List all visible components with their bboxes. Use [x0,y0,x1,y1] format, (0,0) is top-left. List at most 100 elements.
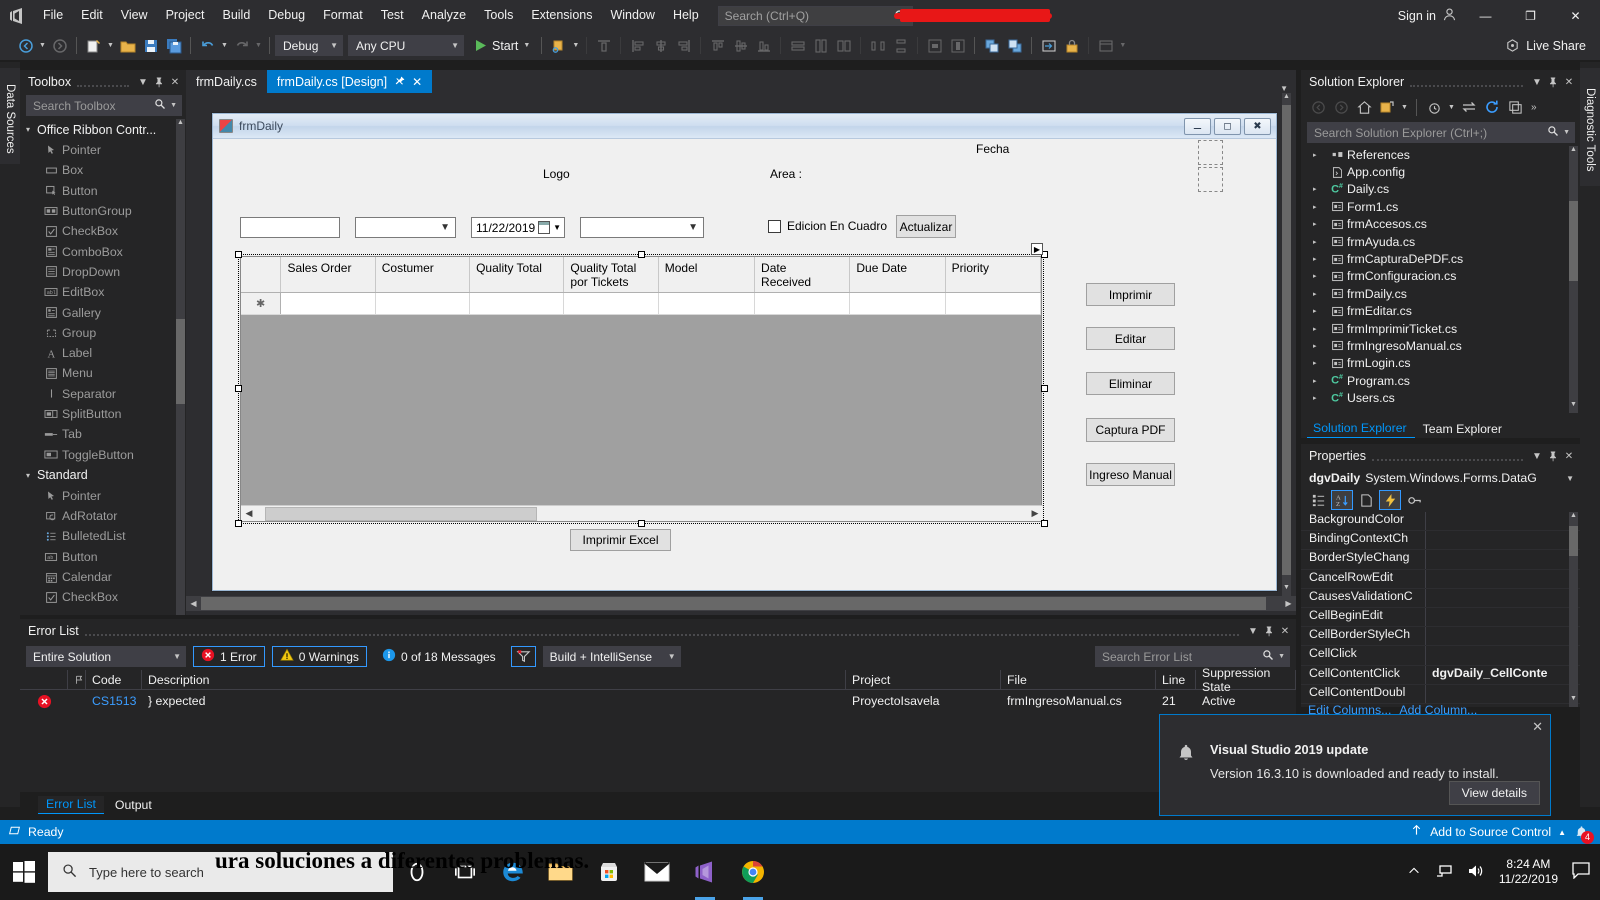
volume-icon[interactable] [1467,863,1485,882]
sln-node-users-cs[interactable]: ▸ C# Users.cs [1301,389,1580,406]
expand-triangle-icon[interactable]: ▸ [1313,151,1327,159]
alphabetical-view-icon[interactable]: AZ [1331,490,1353,510]
align-tops-icon[interactable] [706,34,729,57]
redo-icon[interactable] [230,34,253,57]
dgv-cell[interactable] [375,293,470,314]
button-imprimir-excel[interactable]: Imprimir Excel [570,529,671,551]
menu-debug[interactable]: Debug [259,0,314,31]
toolbox-item-combobox[interactable]: ComboBox [20,241,186,261]
toolbox-item-checkbox[interactable]: CheckBox [20,221,186,241]
datagridview-dgvdaily[interactable]: Sales Order Costumer Quality Total Quali… [240,256,1043,522]
navigate-backward-icon[interactable] [14,34,37,57]
forward-icon[interactable] [1330,96,1352,118]
checkbox-edicion-en-cuadro[interactable]: Edicion En Cuadro [768,219,887,233]
expand-triangle-icon[interactable]: ▸ [1313,185,1327,193]
pending-history-icon[interactable] [1423,96,1445,118]
dgv-col-priority[interactable]: Priority [945,257,1041,292]
solution-explorer-menu-chevron-icon[interactable]: ▼ [1529,72,1545,92]
sln-node-program-cs[interactable]: ▸ C# Program.cs [1301,372,1580,389]
tab-frmdaily-design[interactable]: frmDaily.cs [Design] ✕ [266,70,433,93]
new-window-icon[interactable] [1094,34,1117,57]
properties-object-caret-icon[interactable]: ▼ [1566,474,1580,483]
collapse-all-icon[interactable] [1504,96,1526,118]
horizontal-spacing-icon[interactable] [866,34,889,57]
button-imprimir[interactable]: Imprimir [1086,283,1175,306]
dgv-col-due-date[interactable]: Due Date [850,257,946,292]
menu-build[interactable]: Build [213,0,259,31]
expand-triangle-icon[interactable]: ▸ [1313,307,1327,315]
taskbar-clock[interactable]: 8:24 AM 11/22/2019 [1499,857,1558,887]
menu-window[interactable]: Window [601,0,663,31]
button-actualizar[interactable]: Actualizar [896,215,956,238]
error-search-caret-icon[interactable]: ▼ [1274,653,1285,660]
property-value[interactable] [1426,627,1580,645]
sln-node-app-config[interactable]: App.config [1301,163,1580,180]
resize-handle-se[interactable] [1041,520,1048,527]
clear-filter-button[interactable] [510,646,536,667]
dgv-new-row[interactable]: ✱ [241,293,1041,315]
designer-scroll-left-icon[interactable]: ◀ [186,596,201,611]
dgv-cell[interactable] [281,293,376,314]
center-vertically-icon[interactable] [946,34,969,57]
open-file-icon[interactable] [116,34,139,57]
sln-node-frmconfiguracion-cs[interactable]: ▸ frmConfiguracion.cs [1301,268,1580,285]
minimize-button[interactable]: — [1463,0,1508,31]
property-value[interactable] [1426,550,1580,568]
row-code[interactable]: CS1513 [86,690,142,712]
tab-order-icon[interactable] [1037,34,1060,57]
pending-changes-icon[interactable] [1376,96,1398,118]
sln-node-daily-cs[interactable]: ▸ C# Daily.cs [1301,181,1580,198]
designer-scroll-thumb[interactable] [201,597,1266,610]
align-centers-icon[interactable] [649,34,672,57]
sln-scroll-up-icon[interactable]: ▲ [1569,146,1578,158]
sln-node-frmimprimirticket-cs[interactable]: ▸ frmImprimirTicket.cs [1301,320,1580,337]
expand-triangle-icon[interactable]: ▸ [1313,377,1327,385]
expand-triangle-icon[interactable]: ▸ [1313,325,1327,333]
toolbox-item-tab[interactable]: Tab [20,424,186,444]
bring-to-front-icon[interactable] [980,34,1003,57]
toolbox-item-label[interactable]: A Label [20,343,186,363]
action-center-icon[interactable] [1572,862,1590,882]
dgv-scroll-left-icon[interactable]: ◀ [241,506,257,522]
solution-explorer-search-input[interactable]: Search Solution Explorer (Ctrl+;) ▼ [1307,122,1575,143]
expand-triangle-icon[interactable]: ▸ [1313,255,1327,263]
attach-process-icon[interactable] [547,34,570,57]
align-middles-icon[interactable] [729,34,752,57]
navigate-backward-caret-icon[interactable]: ▼ [37,34,48,57]
property-row[interactable]: CellBorderStyleCh [1301,627,1580,647]
make-same-width-icon[interactable] [786,34,809,57]
new-project-icon[interactable] [82,34,105,57]
tab-pin-icon[interactable] [394,75,405,89]
property-pages-icon[interactable] [1403,490,1425,510]
error-list-row[interactable]: CS1513 } expected ProyectoIsavela frmIng… [20,690,1296,712]
property-row[interactable]: CellContentDoubl [1301,684,1580,704]
toolbox-search-input[interactable]: Search Toolbox ▼ [26,95,182,116]
properties-menu-chevron-icon[interactable]: ▼ [1529,446,1545,466]
menu-help[interactable]: Help [664,0,708,31]
data-sources-vertical-tab[interactable]: Data Sources [0,68,20,164]
toast-close-icon[interactable]: ✕ [1532,719,1543,735]
property-value[interactable] [1426,589,1580,607]
button-captura-pdf[interactable]: Captura PDF [1086,418,1175,442]
properties-scrollbar[interactable]: ▲ ▼ [1569,512,1578,707]
expand-triangle-icon[interactable]: ▸ [1313,220,1327,228]
toolbox-item-pointer-std[interactable]: Pointer [20,486,186,506]
dgv-cell[interactable] [945,293,1041,314]
tab-overflow-caret-icon[interactable]: ▼ [1280,84,1296,93]
errors-filter-button[interactable]: 1 Error [193,646,265,667]
sync-icon[interactable] [1458,96,1480,118]
menu-tools[interactable]: Tools [475,0,522,31]
dgv-cell[interactable] [754,293,851,314]
resize-handle-s[interactable] [638,520,645,527]
property-row[interactable]: CellContentClick dgvDaily_CellConte [1301,665,1580,685]
toolbox-pin-icon[interactable] [151,72,167,92]
properties-grid[interactable]: BackgroundColor BindingContextCh BorderS… [1301,512,1580,707]
dgv-smart-tag-icon[interactable]: ▶ [1031,243,1043,255]
button-eliminar[interactable]: Eliminar [1086,372,1175,395]
maximize-button[interactable]: ❐ [1508,0,1553,31]
home-icon[interactable] [1353,96,1375,118]
align-bottoms-icon[interactable] [752,34,775,57]
resize-handle-e[interactable] [1041,385,1048,392]
tab-error-list[interactable]: Error List [38,796,104,814]
align-top-icon[interactable] [592,34,615,57]
